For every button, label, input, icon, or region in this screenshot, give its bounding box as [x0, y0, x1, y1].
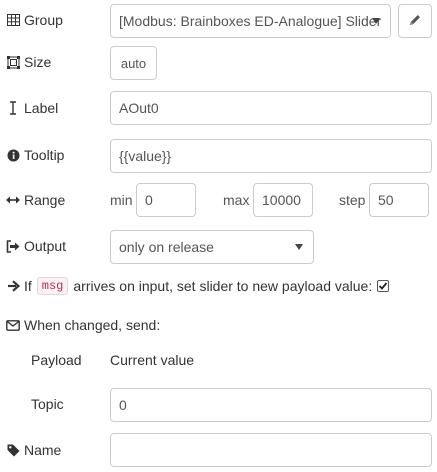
- info-circle-icon: [6, 148, 20, 162]
- output-label: Output: [6, 236, 66, 256]
- msg-code: msg: [37, 277, 69, 295]
- group-select[interactable]: [Modbus: Brainboxes ED-Analogue] Slider: [110, 4, 391, 38]
- chevron-down-icon: [295, 244, 303, 250]
- tag-icon: [6, 443, 20, 457]
- table-icon: [6, 13, 20, 27]
- output-select[interactable]: only on release: [110, 230, 314, 264]
- label-label: Label: [6, 98, 58, 118]
- when-changed-label: When changed, send:: [6, 315, 160, 335]
- resize-icon: [6, 55, 20, 69]
- size-button[interactable]: auto: [110, 46, 157, 80]
- output-select-value: only on release: [119, 239, 236, 255]
- arrows-horizontal-icon: [6, 193, 20, 207]
- payload-label: Payload: [31, 352, 82, 368]
- range-min-input[interactable]: 0: [136, 183, 196, 217]
- passthrough-prefix: If: [24, 278, 32, 294]
- envelope-icon: [6, 318, 20, 332]
- chevron-down-icon: [372, 18, 380, 24]
- pencil-icon: [408, 13, 422, 30]
- range-max-label: max: [223, 192, 249, 208]
- range-step-label: step: [339, 192, 365, 208]
- range-max-input[interactable]: 10000: [253, 183, 313, 217]
- arrow-right-icon: [6, 279, 20, 293]
- topic-input[interactable]: 0: [110, 388, 432, 422]
- group-label: Group: [6, 10, 63, 30]
- topic-label: Topic: [31, 396, 64, 412]
- size-label: Size: [6, 52, 51, 72]
- passthrough-checkbox[interactable]: [377, 280, 389, 292]
- tooltip-input[interactable]: {{value}}: [110, 139, 432, 173]
- sign-out-icon: [6, 239, 20, 253]
- text-cursor-icon: [6, 101, 20, 115]
- range-step-input[interactable]: 50: [369, 183, 429, 217]
- passthrough-text: arrives on input, set slider to new payl…: [73, 278, 372, 294]
- edit-group-button[interactable]: [398, 4, 432, 38]
- name-label: Name: [6, 440, 61, 460]
- payload-value: Current value: [110, 352, 194, 368]
- name-input[interactable]: [110, 433, 432, 467]
- tooltip-label: Tooltip: [6, 145, 64, 165]
- label-input[interactable]: AOut0: [110, 91, 432, 125]
- checkmark-icon: [378, 281, 388, 291]
- group-select-value: [Modbus: Brainboxes ED-Analogue] Slider: [119, 13, 382, 29]
- passthrough-row: If msg arrives on input, set slider to n…: [6, 276, 389, 296]
- range-label: Range: [6, 190, 65, 210]
- range-min-label: min: [110, 192, 133, 208]
